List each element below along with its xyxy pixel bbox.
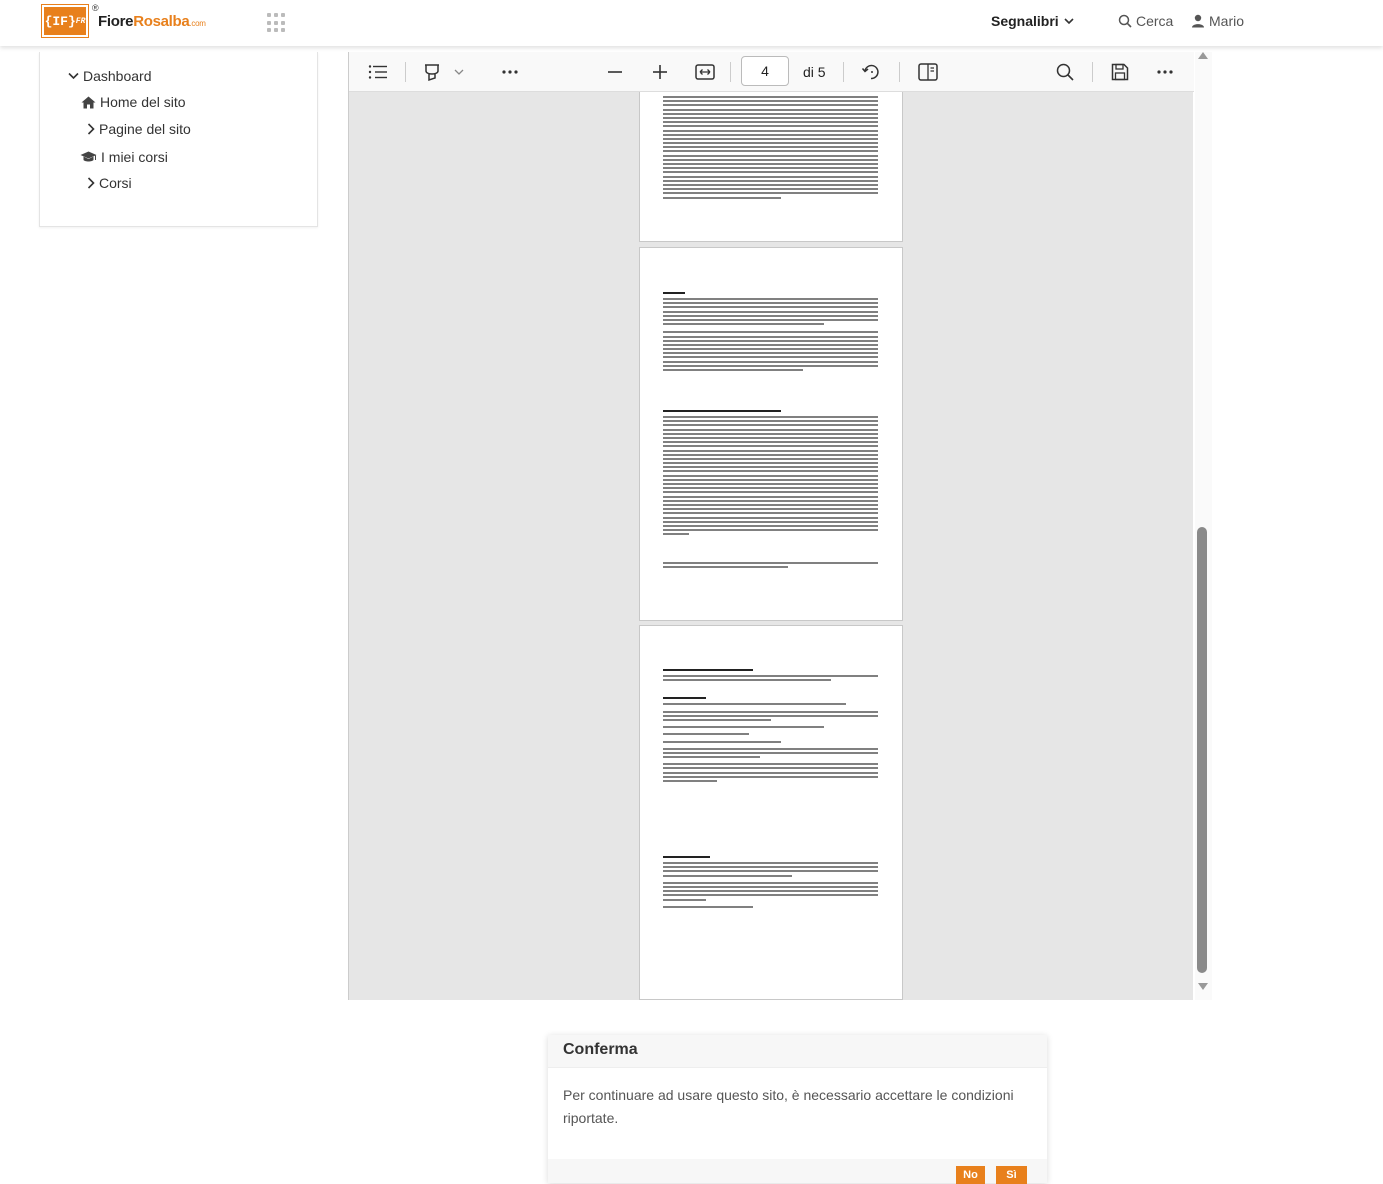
pdf-toolbar: 4 di 5 — [349, 52, 1194, 92]
highlight-tool[interactable] — [419, 58, 467, 86]
pdf-viewer: 4 di 5 — [348, 52, 1194, 1000]
home-icon — [81, 96, 96, 108]
sidebar-item-courses[interactable]: Corsi — [87, 175, 132, 191]
chevron-down-icon — [68, 72, 79, 80]
bookmarks-label: Segnalibri — [991, 13, 1059, 29]
pdf-text-block — [663, 669, 878, 784]
logo-wordmark: FioreRosalba.com — [98, 12, 206, 30]
search-icon — [1118, 14, 1132, 28]
chevron-right-icon — [87, 177, 95, 189]
graduation-cap-icon — [80, 151, 97, 162]
zoom-in-icon[interactable] — [647, 58, 673, 86]
scroll-up-arrow-icon[interactable] — [1198, 52, 1208, 59]
apps-grid-icon[interactable] — [267, 13, 287, 33]
logo-mark: {IF} FR — [41, 4, 89, 38]
top-navbar: {IF} FR ® FioreRosalba.com Segnalibri Cer… — [0, 0, 1383, 46]
save-icon[interactable] — [1106, 58, 1134, 86]
chevron-right-icon — [87, 123, 95, 135]
highlighter-icon — [425, 64, 439, 82]
find-icon[interactable] — [1051, 58, 1079, 86]
confirm-dialog: Conferma Per continuare ad usare questo … — [548, 1035, 1047, 1184]
pdf-text-block — [663, 410, 878, 537]
page-view-icon[interactable] — [914, 58, 942, 86]
user-menu[interactable]: Mario — [1191, 13, 1244, 29]
pdf-page-3 — [639, 92, 903, 242]
sidebar-item-home[interactable]: Home del sito — [81, 94, 186, 110]
page-number-input[interactable]: 4 — [741, 56, 789, 86]
bookmarks-menu[interactable]: Segnalibri — [991, 13, 1074, 29]
dialog-title: Conferma — [548, 1035, 1047, 1068]
pdf-page-4 — [639, 247, 903, 621]
fit-width-icon[interactable] — [691, 58, 719, 86]
site-logo[interactable]: {IF} FR ® FioreRosalba.com — [41, 3, 206, 38]
scrollbar-thumb[interactable] — [1197, 527, 1207, 973]
outline-icon[interactable] — [365, 58, 391, 86]
scroll-down-arrow-icon[interactable] — [1198, 983, 1208, 990]
registered-mark: ® — [92, 3, 99, 13]
zoom-out-icon[interactable] — [602, 58, 628, 86]
user-name: Mario — [1209, 13, 1245, 29]
search-button[interactable]: Cerca — [1118, 13, 1173, 29]
dialog-message: Per continuare ad usare questo sito, è n… — [563, 1087, 1014, 1126]
chevron-down-icon — [454, 69, 464, 75]
search-label: Cerca — [1136, 13, 1174, 29]
pdf-text-block — [663, 856, 878, 910]
user-icon — [1192, 14, 1204, 28]
more-tools-icon[interactable] — [497, 58, 523, 86]
yes-button[interactable]: Sì — [996, 1166, 1027, 1184]
pdf-text-block — [663, 292, 878, 373]
pdf-text-block — [663, 562, 878, 570]
sidebar-item-site-pages[interactable]: Pagine del sito — [87, 121, 191, 137]
sidebar-item-dashboard[interactable]: Dashboard — [68, 68, 152, 84]
pdf-page-5 — [639, 625, 903, 1000]
no-button[interactable]: No — [956, 1166, 985, 1184]
rotate-icon[interactable] — [857, 58, 885, 86]
chevron-down-icon — [1064, 17, 1074, 24]
pdf-pages-area[interactable] — [349, 92, 1194, 1000]
sidebar-nav: Dashboard Home del sito Pagine del sito … — [39, 52, 318, 227]
page-total: di 5 — [803, 64, 826, 80]
more-actions-icon[interactable] — [1151, 58, 1179, 86]
pdf-text-block — [663, 96, 878, 201]
sidebar-item-my-courses[interactable]: I miei corsi — [80, 149, 168, 165]
